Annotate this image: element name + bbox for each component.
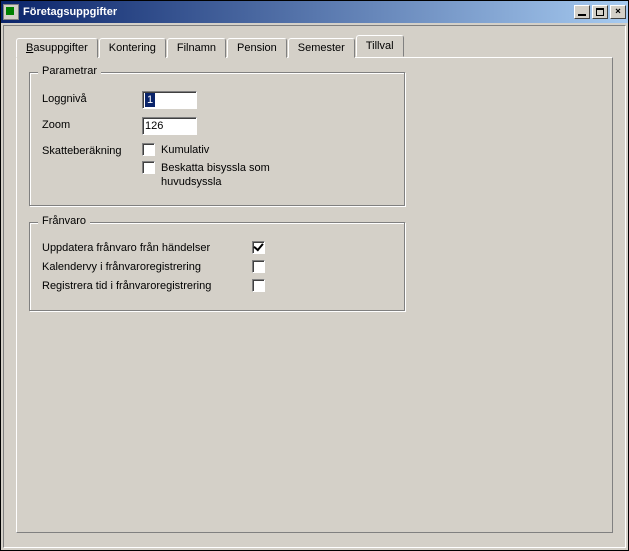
franvaro-label: Kalendervy i frånvaroregistrering bbox=[42, 261, 252, 273]
tab-label: Tillval bbox=[366, 40, 394, 52]
tab-pension[interactable]: Pension bbox=[227, 38, 287, 58]
kumulativ-checkbox[interactable] bbox=[142, 143, 155, 156]
tab-panel: Parametrar Loggnivå 1 Zoom Skatteberäkni… bbox=[16, 57, 613, 533]
window-title: Företagsuppgifter bbox=[23, 6, 574, 18]
tab-strip: Basuppgifter Kontering Filnamn Pension S… bbox=[16, 36, 613, 57]
franvaro-label: Uppdatera frånvaro från händelser bbox=[42, 242, 252, 254]
client-area: Basuppgifter Kontering Filnamn Pension S… bbox=[3, 25, 626, 548]
maximize-icon bbox=[596, 8, 604, 16]
app-icon bbox=[3, 4, 19, 20]
franvaro-row: Registrera tid i frånvaroregistrering bbox=[42, 279, 392, 292]
zoom-label: Zoom bbox=[42, 117, 142, 131]
window-controls: × bbox=[574, 5, 626, 19]
close-button[interactable]: × bbox=[610, 5, 626, 19]
franvaro-checkbox-registrera-tid[interactable] bbox=[252, 279, 265, 292]
loggniva-label: Loggnivå bbox=[42, 91, 142, 105]
franvaro-label: Registrera tid i frånvaroregistrering bbox=[42, 280, 252, 292]
group-legend: Parametrar bbox=[38, 65, 101, 77]
skatteberakning-label: Skatteberäkning bbox=[42, 143, 142, 157]
zoom-input[interactable] bbox=[142, 117, 197, 135]
tab-label: Pension bbox=[237, 42, 277, 54]
beskatta-checkbox[interactable] bbox=[142, 161, 155, 174]
tab-semester[interactable]: Semester bbox=[288, 38, 355, 58]
group-franvaro: Frånvaro Uppdatera frånvaro från händels… bbox=[29, 222, 405, 311]
tab-label: Filnamn bbox=[177, 42, 216, 54]
tab-filnamn[interactable]: Filnamn bbox=[167, 38, 226, 58]
tab-tillval[interactable]: Tillval bbox=[356, 35, 404, 57]
beskatta-label: Beskatta bisyssla som huvudsyssla bbox=[161, 161, 331, 189]
maximize-button[interactable] bbox=[592, 5, 608, 19]
franvaro-row: Uppdatera frånvaro från händelser bbox=[42, 241, 392, 254]
kumulativ-label: Kumulativ bbox=[161, 143, 209, 157]
tab-label: Semester bbox=[298, 42, 345, 54]
group-parametrar: Parametrar Loggnivå 1 Zoom Skatteberäkni… bbox=[29, 72, 405, 206]
loggniva-input[interactable] bbox=[142, 91, 197, 109]
tab-label-rest: asuppgifter bbox=[33, 42, 87, 54]
franvaro-checkbox-kalendervy[interactable] bbox=[252, 260, 265, 273]
tab-basuppgifter[interactable]: Basuppgifter bbox=[16, 38, 98, 58]
minimize-icon bbox=[578, 14, 586, 16]
franvaro-row: Kalendervy i frånvaroregistrering bbox=[42, 260, 392, 273]
group-legend: Frånvaro bbox=[38, 215, 90, 227]
titlebar[interactable]: Företagsuppgifter × bbox=[1, 1, 628, 23]
tab-label: Kontering bbox=[109, 42, 156, 54]
tab-kontering[interactable]: Kontering bbox=[99, 38, 166, 58]
minimize-button[interactable] bbox=[574, 5, 590, 19]
close-icon: × bbox=[615, 7, 621, 17]
franvaro-checkbox-uppdatera[interactable] bbox=[252, 241, 265, 254]
window: Företagsuppgifter × Basuppgifter Konteri… bbox=[0, 0, 629, 551]
